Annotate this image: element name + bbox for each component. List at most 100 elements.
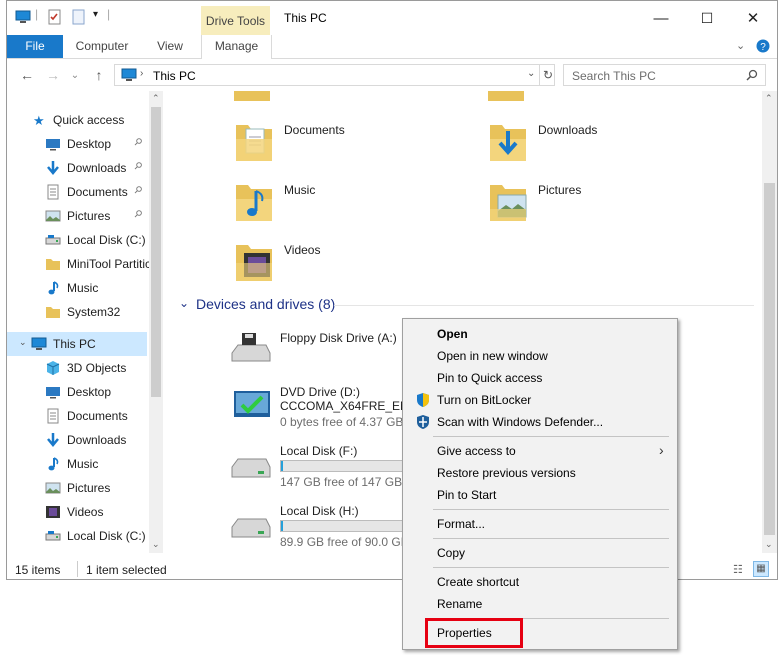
folder-downloads[interactable]: Downloads <box>488 119 728 169</box>
menu-item-pin-start[interactable]: Pin to Start <box>405 484 673 506</box>
address-dropdown-icon[interactable]: ⌄ <box>527 68 535 79</box>
address-bar[interactable]: › This PC ⌄ ↻ <box>114 64 555 86</box>
nav-scrollbar[interactable]: ⌃ ⌄ <box>149 91 163 553</box>
address-path: This PC <box>153 69 196 83</box>
menu-item-pin-quick-access[interactable]: Pin to Quick access <box>405 367 673 389</box>
menu-item-scan-defender[interactable]: Scan with Windows Defender... <box>405 411 673 433</box>
address-row: ← → ⌄ ↑ › This PC ⌄ ↻ Search This PC <box>7 59 777 91</box>
dvd-icon <box>45 552 61 553</box>
menu-item-label: Create shortcut <box>437 575 520 589</box>
pin-icon[interactable]: ⚲ <box>131 160 144 173</box>
menu-item-give-access[interactable]: Give access to › <box>405 440 673 462</box>
nav-item-label: Music <box>67 457 99 471</box>
menu-item-bitlocker[interactable]: Turn on BitLocker <box>405 389 673 411</box>
menu-item-rename[interactable]: Rename <box>405 593 673 615</box>
pin-icon[interactable]: ⚲ <box>131 208 144 221</box>
new-folder-icon[interactable] <box>71 9 87 25</box>
expand-chevron-icon[interactable]: ⌄ <box>19 337 27 348</box>
pin-icon[interactable]: ⚲ <box>131 184 144 197</box>
nav-item-local-disk-c[interactable]: Local Disk (C:) <box>7 524 149 548</box>
scroll-down-icon[interactable]: ⌄ <box>765 539 773 550</box>
nav-scroll-thumb[interactable] <box>151 107 161 397</box>
forward-button[interactable]: → <box>43 65 63 85</box>
star-icon: ★ <box>33 113 45 128</box>
breadcrumb-chevron-icon[interactable]: › <box>140 68 143 79</box>
large-icons-view-icon[interactable]: ▦ <box>753 561 769 577</box>
nav-item-3d-objects[interactable]: 3D Objects <box>7 356 149 380</box>
nav-item-label: MiniTool Partitic <box>67 257 152 271</box>
hard-drive-icon <box>231 518 271 538</box>
nav-item-desktop[interactable]: Desktop ⚲ <box>7 132 149 156</box>
up-button[interactable]: ↑ <box>89 65 109 85</box>
nav-quick-access[interactable]: ★ Quick access <box>7 108 149 132</box>
scroll-up-icon[interactable]: ⌃ <box>765 93 773 104</box>
properties-icon[interactable] <box>47 9 63 25</box>
pictures-folder-icon <box>490 185 527 221</box>
defender-icon <box>417 415 429 429</box>
pin-icon[interactable]: ⚲ <box>131 136 144 149</box>
nav-item-local-disk-c[interactable]: Local Disk (C:) <box>7 228 149 252</box>
nav-item-music[interactable]: Music <box>7 452 149 476</box>
tab-view[interactable]: View <box>147 35 193 58</box>
back-button[interactable]: ← <box>17 65 37 85</box>
nav-item-videos[interactable]: Videos <box>7 500 149 524</box>
devices-section-header[interactable]: ⌄ Devices and drives (8) <box>174 295 754 315</box>
nav-item-dvd-drive-d-c[interactable]: DVD Drive (D:) C <box>7 548 149 553</box>
menu-item-label: Restore previous versions <box>437 466 576 480</box>
content-scrollbar[interactable]: ⌃ ⌄ <box>762 91 777 553</box>
folder-documents[interactable]: Documents <box>234 119 474 169</box>
nav-item-pictures[interactable]: Pictures ⚲ <box>7 204 149 228</box>
search-box[interactable]: Search This PC <box>563 64 766 86</box>
scroll-up-icon[interactable]: ⌃ <box>152 93 160 104</box>
tab-computer[interactable]: Computer <box>69 35 135 58</box>
nav-item-minitool-partitic[interactable]: MiniTool Partitic <box>7 252 152 276</box>
folder-music[interactable]: Music <box>234 179 474 229</box>
menu-item-label: Open <box>437 327 468 341</box>
music-icon <box>48 281 59 295</box>
partial-folder-icon <box>234 91 270 101</box>
properties-highlight-box <box>425 618 523 648</box>
minimize-button[interactable]: — <box>638 1 684 35</box>
nav-item-pictures[interactable]: Pictures <box>7 476 149 500</box>
folder-videos[interactable]: Videos <box>234 239 474 289</box>
menu-separator <box>433 538 669 539</box>
menu-item-label: Pin to Quick access <box>437 371 543 385</box>
refresh-icon[interactable]: ↻ <box>539 65 556 85</box>
nav-item-documents[interactable]: Documents <box>7 404 149 428</box>
menu-item-format[interactable]: Format... <box>405 513 673 535</box>
downloads-icon <box>47 161 59 175</box>
scroll-down-icon[interactable]: ⌄ <box>152 539 160 550</box>
documents-icon <box>47 408 59 424</box>
menu-item-create-shortcut[interactable]: Create shortcut <box>405 571 673 593</box>
nav-item-downloads[interactable]: Downloads <box>7 428 149 452</box>
recent-locations-icon[interactable]: ⌄ <box>65 65 85 85</box>
help-icon[interactable]: ? <box>756 39 770 53</box>
desktop-icon <box>46 387 60 399</box>
nav-item-label: Downloads <box>67 161 127 175</box>
nav-this-pc[interactable]: ⌄ This PC <box>7 332 147 356</box>
menu-item-open[interactable]: Open <box>405 323 673 345</box>
menu-item-restore-versions[interactable]: Restore previous versions <box>405 462 673 484</box>
collapse-ribbon-icon[interactable]: ⌄ <box>736 39 745 52</box>
nav-item-documents[interactable]: Documents ⚲ <box>7 180 149 204</box>
close-button[interactable]: ✕ <box>730 1 776 35</box>
tab-file[interactable]: File <box>7 35 63 58</box>
details-view-icon[interactable]: ☷ <box>733 563 743 576</box>
customize-qat-icon[interactable]: ▾ <box>93 9 98 20</box>
menu-item-copy[interactable]: Copy <box>405 542 673 564</box>
item-count: 15 items <box>15 563 61 577</box>
search-icon[interactable] <box>746 69 758 81</box>
nav-this-pc-label: This PC <box>53 337 96 351</box>
content-scroll-thumb[interactable] <box>764 183 775 535</box>
nav-item-desktop[interactable]: Desktop <box>7 380 149 404</box>
tab-manage[interactable]: Manage <box>201 35 272 59</box>
maximize-button[interactable]: ☐ <box>684 1 730 35</box>
nav-item-system32[interactable]: System32 <box>7 300 149 324</box>
collapse-chevron-icon[interactable]: ⌄ <box>179 296 189 310</box>
folder-pictures[interactable]: Pictures <box>488 179 728 229</box>
nav-item-downloads[interactable]: Downloads ⚲ <box>7 156 149 180</box>
menu-item-open-new-window[interactable]: Open in new window <box>405 345 673 367</box>
nav-item-music[interactable]: Music <box>7 276 149 300</box>
menu-item-label: Rename <box>437 597 483 611</box>
title-bar: | ▾ | Drive Tools This PC — ☐ ✕ <box>7 1 777 36</box>
